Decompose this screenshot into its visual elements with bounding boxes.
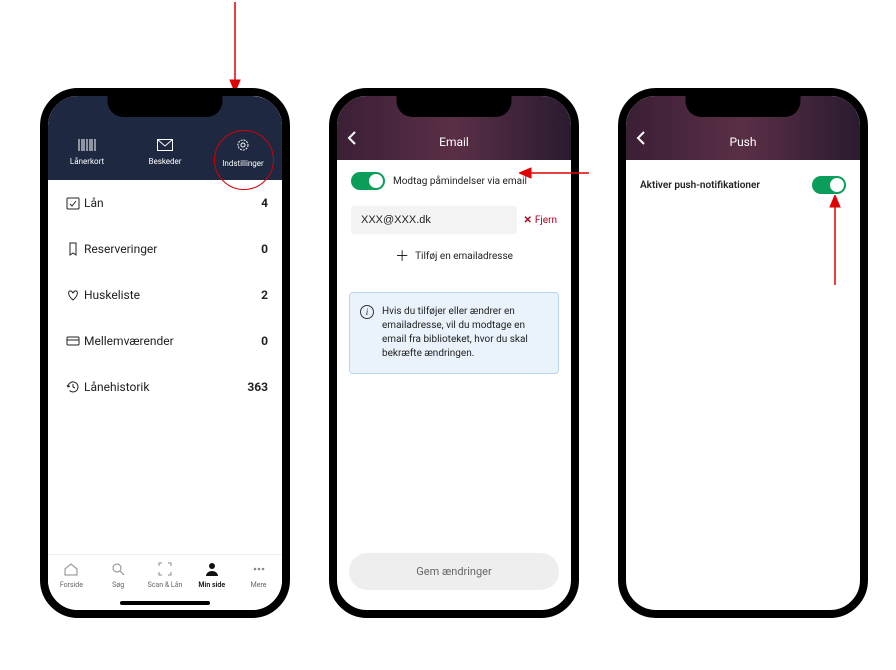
phone-notch: [397, 93, 512, 117]
menu-item-mellemvarender[interactable]: Mellemværender 0: [62, 318, 268, 364]
menu-list: Lån 4 Reserveringer 0 Huskeliste 2: [48, 180, 282, 410]
remove-email-button[interactable]: ✕ Fjern: [523, 215, 557, 226]
menu-item-lanehistorik[interactable]: Lånehistorik 363: [62, 364, 268, 410]
toggle-label: Aktiver push-notifikationer: [640, 180, 760, 191]
bottom-nav-label: Søg: [112, 581, 124, 589]
email-reminders-toggle[interactable]: [351, 172, 385, 190]
bottom-nav-forside[interactable]: Forside: [48, 561, 95, 610]
save-label: Gem ændringer: [416, 565, 492, 578]
card-icon: [62, 334, 84, 348]
bottom-nav-label: Scan & Lån: [148, 581, 183, 589]
info-text: Hvis du tilføjer eller ændrer en emailad…: [382, 306, 528, 359]
close-icon: ✕: [523, 215, 531, 226]
phone-push-settings: Push Aktiver push-notifikationer: [618, 88, 868, 618]
menu-label: Mellemværender: [84, 334, 261, 348]
gear-icon: [235, 137, 251, 155]
page-title: Push: [626, 135, 860, 149]
back-button[interactable]: [347, 130, 357, 150]
bottom-nav-mere[interactable]: Mere: [235, 561, 282, 610]
email-field-row: ✕ Fjern: [351, 206, 557, 234]
menu-item-lan[interactable]: Lån 4: [62, 180, 268, 226]
phone-notch: [686, 93, 801, 117]
info-icon: i: [360, 305, 374, 319]
search-icon: [110, 561, 126, 579]
tab-beskeder[interactable]: Beskeder: [126, 124, 204, 180]
remove-label: Fjern: [535, 215, 557, 226]
history-icon: [62, 380, 84, 394]
user-icon: [204, 561, 220, 579]
bookmark-icon: [62, 242, 84, 256]
push-toggle[interactable]: [812, 176, 846, 194]
menu-label: Huskeliste: [84, 288, 261, 302]
tab-indstillinger[interactable]: Indstillinger: [204, 124, 282, 180]
tab-lanerkort[interactable]: Lånerkort: [48, 124, 126, 180]
menu-label: Lånehistorik: [84, 380, 247, 394]
bottom-nav-label: Forside: [60, 581, 83, 589]
info-box: i Hvis du tilføjer eller ændrer en email…: [349, 292, 559, 374]
add-email-label: Tilføj en emailadresse: [415, 251, 513, 262]
more-icon: [251, 561, 267, 579]
envelope-icon: [157, 139, 173, 153]
add-email-button[interactable]: ＋ Tilføj en emailadresse: [337, 234, 571, 278]
tab-label: Lånerkort: [70, 157, 104, 166]
tab-label: Indstillinger: [222, 159, 264, 168]
menu-label: Lån: [84, 196, 261, 210]
menu-count: 363: [247, 380, 268, 394]
save-button[interactable]: Gem ændringer: [349, 553, 559, 590]
menu-item-huskeliste[interactable]: Huskeliste 2: [62, 272, 268, 318]
phone-min-side: Lånerkort Beskeder Indstillinger: [40, 88, 290, 618]
menu-count: 4: [261, 196, 268, 210]
email-input[interactable]: [351, 206, 517, 234]
menu-label: Reserveringer: [84, 242, 261, 256]
back-button[interactable]: [636, 130, 646, 150]
heart-icon: [62, 288, 84, 302]
plus-icon: ＋: [395, 246, 409, 266]
menu-count: 0: [261, 242, 268, 256]
calendar-check-icon: [62, 196, 84, 210]
scan-icon: [157, 561, 173, 579]
barcode-icon: [78, 139, 96, 153]
menu-count: 2: [261, 288, 268, 302]
toggle-label: Modtag påmindelser via email: [393, 176, 527, 187]
phone-notch: [108, 93, 223, 117]
home-icon: [63, 561, 79, 579]
bottom-nav-label: Min side: [198, 581, 225, 589]
home-indicator: [120, 601, 210, 605]
page-title: Email: [337, 135, 571, 149]
menu-item-reserveringer[interactable]: Reserveringer 0: [62, 226, 268, 272]
tab-label: Beskeder: [148, 157, 181, 166]
bottom-nav-label: Mere: [251, 581, 267, 589]
menu-count: 0: [261, 334, 268, 348]
push-toggle-row: Aktiver push-notifikationer: [626, 160, 860, 210]
